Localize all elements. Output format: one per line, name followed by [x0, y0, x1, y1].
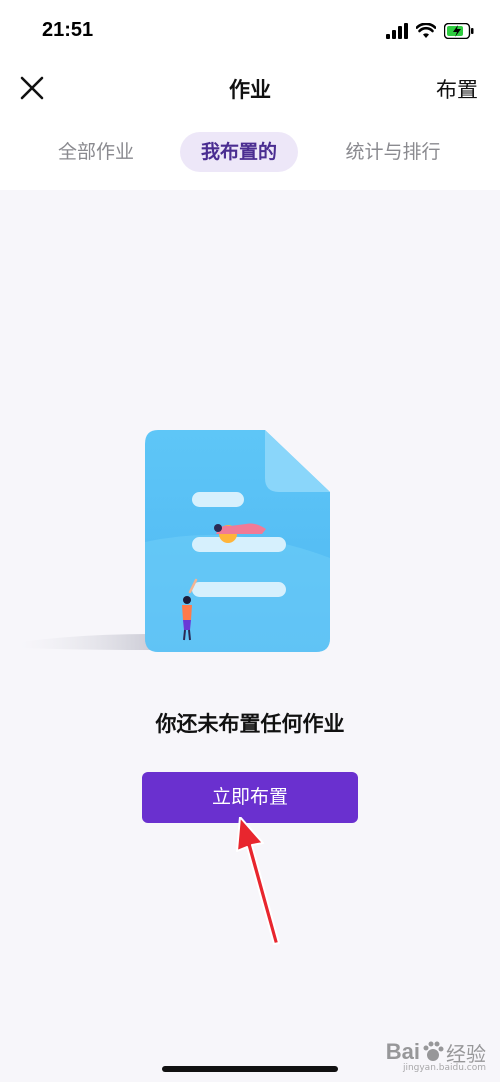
paw-logo-icon — [423, 1041, 444, 1061]
page-title: 作业 — [229, 78, 271, 102]
tab-stats-ranking[interactable]: 统计与排行 — [326, 132, 460, 172]
watermark-url: jingyan.baidu.com — [402, 1063, 486, 1073]
battery-icon — [444, 23, 474, 39]
status-time: 21:51 — [42, 19, 94, 41]
status-bar: 21:51 — [0, 0, 500, 60]
assign-button[interactable]: 布置 — [436, 74, 478, 104]
empty-document-illustration — [20, 430, 330, 652]
annotation-arrow-icon — [236, 817, 280, 945]
watermark-brand: Bai — [385, 1039, 420, 1064]
empty-state: 你还未布置任何作业 立即布置 — [0, 190, 500, 1082]
tab-all-homework[interactable]: 全部作业 — [40, 132, 152, 172]
wifi-icon — [416, 23, 436, 38]
home-indicator — [162, 1066, 338, 1072]
empty-message: 你还未布置任何作业 — [155, 712, 345, 736]
baidu-watermark: Bai 经验 jingyan.baidu.com — [386, 1030, 486, 1074]
nav-header: 作业 布置 — [0, 60, 500, 118]
assign-now-button[interactable]: 立即布置 — [142, 772, 358, 823]
status-icons — [386, 20, 474, 42]
tab-my-assigned[interactable]: 我布置的 — [180, 132, 298, 172]
tab-bar: 全部作业 我布置的 统计与排行 — [0, 118, 500, 190]
signal-icon — [386, 23, 408, 39]
